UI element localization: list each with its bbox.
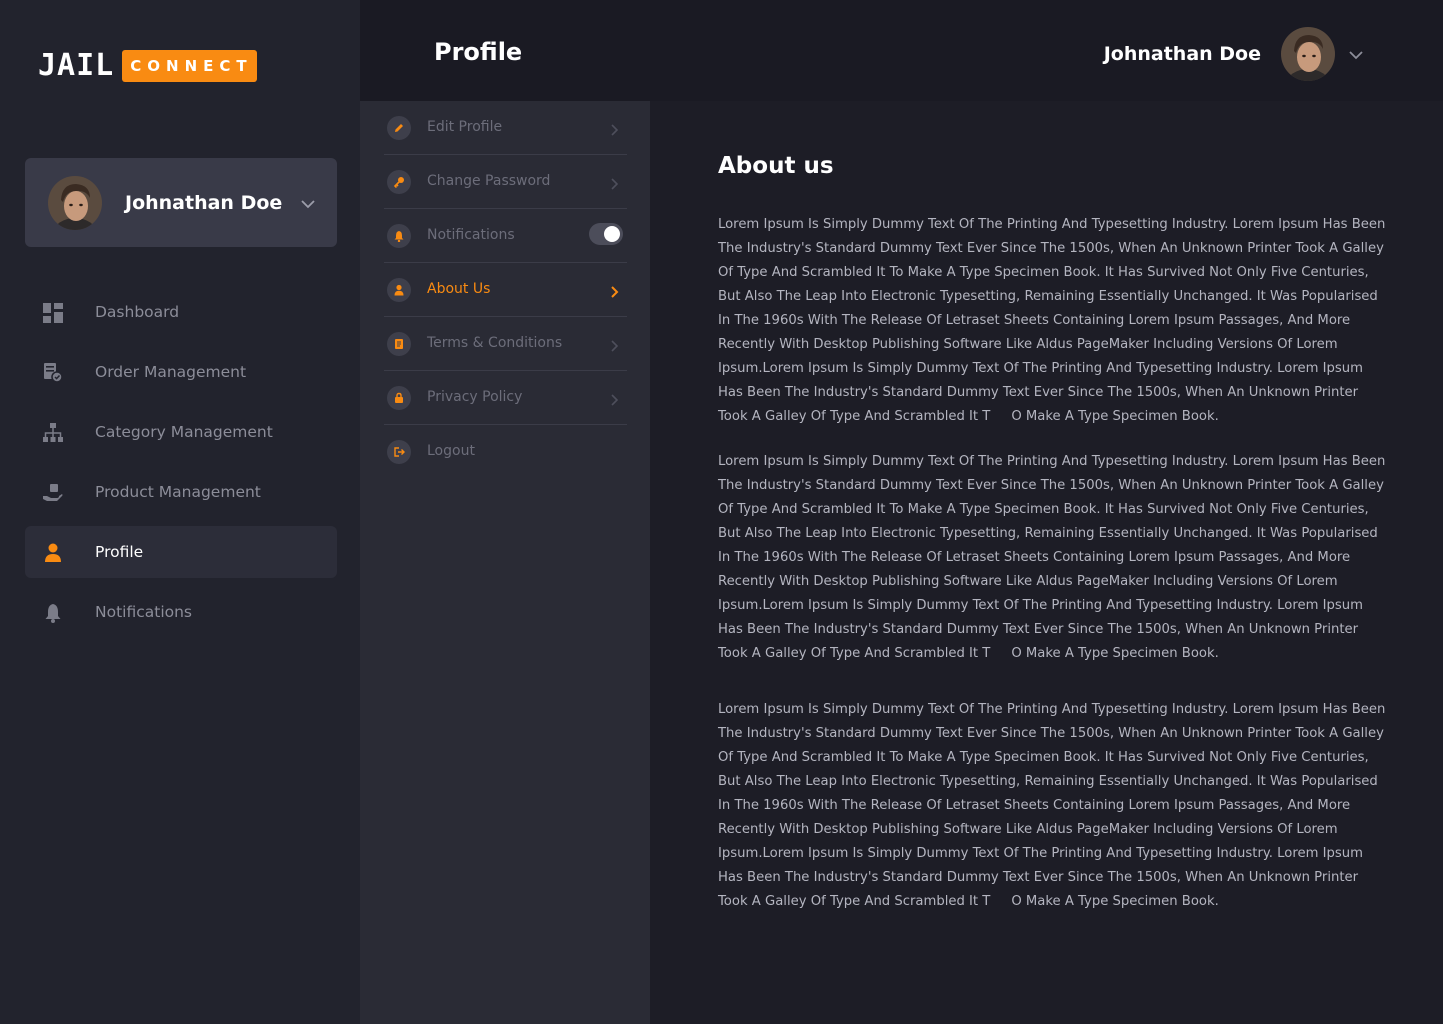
lock-icon	[387, 386, 411, 410]
chevron-down-icon[interactable]	[1349, 45, 1363, 64]
about-us-content: About us Lorem Ipsum Is Simply Dummy Tex…	[650, 101, 1443, 1024]
chevron-right-icon	[611, 175, 619, 194]
sidebar-user-name: Johnathan Doe	[125, 191, 283, 214]
top-bar: Profile Johnathan Doe	[360, 0, 1443, 101]
menu-item-edit-profile[interactable]: Edit Profile	[384, 101, 627, 155]
about-paragraph: Lorem Ipsum Is Simply Dummy Text Of The …	[718, 702, 1390, 909]
settings-panel: Edit Profile Change Password Notificatio…	[360, 101, 650, 1024]
bell-icon	[43, 603, 63, 623]
top-user-menu[interactable]: Johnathan Doe	[1104, 27, 1363, 81]
sidebar-item-label: Dashboard	[95, 303, 180, 321]
menu-item-logout[interactable]: Logout	[384, 425, 627, 479]
sidebar-item-product-management[interactable]: Product Management	[25, 466, 337, 518]
about-paragraph: Lorem Ipsum Is Simply Dummy Text Of The …	[718, 217, 1390, 424]
user-icon	[387, 278, 411, 302]
menu-item-notifications[interactable]: Notifications	[384, 209, 627, 263]
logo-wordmark-connect: CONNECT	[122, 50, 257, 82]
avatar	[48, 175, 102, 230]
pencil-icon	[387, 116, 411, 140]
sidebar-item-label: Product Management	[95, 483, 261, 501]
user-icon	[43, 543, 63, 563]
menu-item-label: Privacy Policy	[427, 389, 523, 405]
menu-item-about-us[interactable]: About Us	[384, 263, 627, 317]
menu-item-label: Notifications	[427, 227, 515, 243]
chevron-right-icon	[611, 283, 619, 302]
settings-menu: Edit Profile Change Password Notificatio…	[384, 101, 627, 479]
menu-item-terms[interactable]: Terms & Conditions	[384, 317, 627, 371]
sidebar-item-label: Order Management	[95, 363, 247, 381]
sidebar-item-label: Category Management	[95, 423, 273, 441]
menu-item-label: Terms & Conditions	[427, 335, 563, 351]
notifications-toggle[interactable]	[589, 223, 623, 245]
menu-item-label: Change Password	[427, 173, 551, 189]
sidebar-item-category-management[interactable]: Category Management	[25, 406, 337, 458]
chevron-right-icon	[611, 391, 619, 410]
sidebar-user-card[interactable]: Johnathan Doe	[25, 158, 337, 247]
chevron-right-icon	[611, 121, 619, 140]
order-icon	[43, 363, 63, 383]
sidebar-item-profile[interactable]: Profile	[25, 526, 337, 578]
sidebar: JAIL CONNECT Johnathan Doe Dashboard Ord…	[0, 0, 360, 1024]
top-user-name: Johnathan Doe	[1103, 43, 1261, 65]
sidebar-item-notifications[interactable]: Notifications	[25, 586, 337, 638]
category-icon	[43, 423, 63, 443]
menu-item-label: About Us	[427, 281, 491, 297]
avatar	[1281, 27, 1335, 81]
sidebar-item-order-management[interactable]: Order Management	[25, 346, 337, 398]
brand-logo[interactable]: JAIL CONNECT	[38, 48, 257, 84]
menu-item-label: Edit Profile	[427, 119, 503, 135]
product-icon	[43, 483, 63, 503]
chevron-right-icon	[611, 337, 619, 356]
logout-icon	[387, 440, 411, 464]
menu-item-change-password[interactable]: Change Password	[384, 155, 627, 209]
sidebar-item-label: Notifications	[95, 603, 193, 621]
logo-wordmark-jail: JAIL	[38, 48, 115, 83]
document-icon	[387, 332, 411, 356]
sidebar-item-label: Profile	[95, 543, 144, 561]
dashboard-icon	[43, 303, 63, 323]
about-paragraph: Lorem Ipsum Is Simply Dummy Text Of The …	[718, 454, 1390, 661]
menu-item-privacy-policy[interactable]: Privacy Policy	[384, 371, 627, 425]
menu-item-label: Logout	[427, 443, 475, 459]
page-title: Profile	[434, 38, 523, 66]
toggle-knob	[604, 226, 620, 242]
bell-icon	[387, 224, 411, 248]
content-title: About us	[718, 153, 834, 179]
chevron-down-icon[interactable]	[301, 194, 315, 213]
sidebar-nav: Dashboard Order Management Category Mana…	[25, 286, 337, 646]
key-icon	[387, 170, 411, 194]
sidebar-item-dashboard[interactable]: Dashboard	[25, 286, 337, 338]
